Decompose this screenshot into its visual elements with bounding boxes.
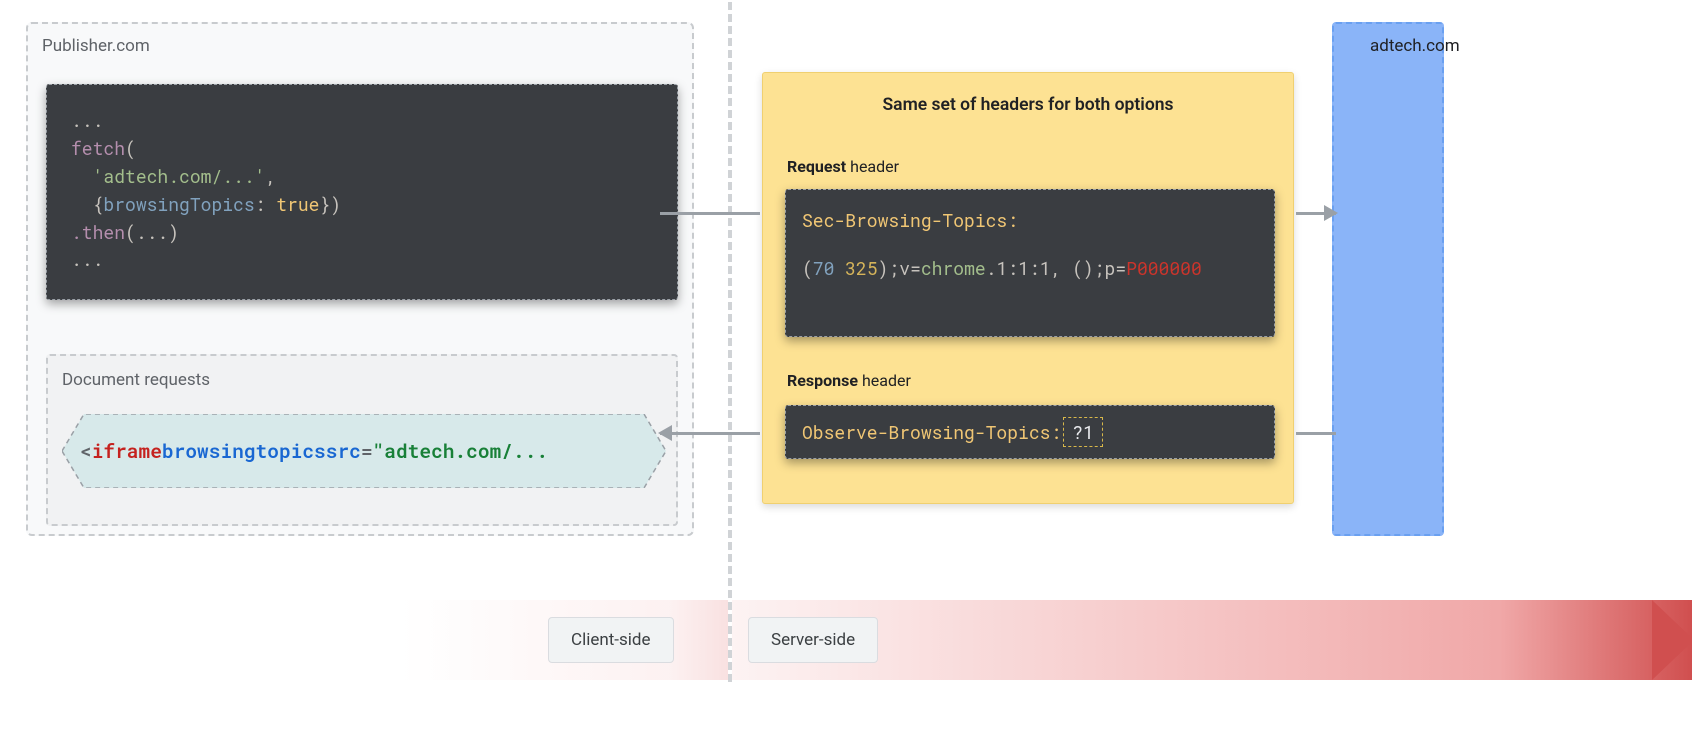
iframe-attr: browsingtopics	[162, 439, 326, 464]
req-space	[834, 256, 845, 280]
code-prop: browsingTopics	[103, 192, 254, 216]
publisher-panel: Publisher.com ... fetch( 'adtech.com/...…	[26, 22, 694, 536]
code-then-args: (...)	[125, 220, 179, 244]
code-rparen: )	[330, 192, 341, 216]
req-n2: 325	[845, 256, 877, 280]
adtech-label: adtech.com	[1370, 36, 1460, 56]
response-header-block: Observe-Browsing-Topics: ?1	[785, 405, 1275, 459]
code-colon: :	[255, 192, 277, 216]
request-label-bold: Request	[787, 157, 846, 176]
arrow-req-to-adtech	[1296, 212, 1336, 215]
iframe-lt: <	[80, 439, 92, 464]
arrow-head-icon	[1324, 205, 1338, 221]
response-label-bold: Response	[787, 371, 858, 390]
code-lparen: (	[125, 136, 136, 160]
gradient-arrow-head-icon	[1652, 600, 1692, 680]
diagram-stage: Publisher.com ... fetch( 'adtech.com/...…	[0, 0, 1692, 734]
req-pkey: p=	[1105, 256, 1127, 280]
code-rbrace: }	[319, 192, 330, 216]
code-fetch: fetch	[71, 136, 125, 160]
resp-header-name: Observe-Browsing-Topics:	[802, 420, 1061, 444]
document-requests-label: Document requests	[62, 370, 210, 390]
req-vkey: v=	[899, 256, 921, 280]
client-server-separator	[728, 2, 732, 682]
req-comma: ,	[1051, 256, 1073, 280]
req-rp2: )	[1083, 256, 1094, 280]
code-url-arg: 'adtech.com/...'	[93, 164, 266, 188]
headers-title: Same set of headers for both options	[763, 95, 1293, 115]
code-ellipsis-2: ...	[71, 247, 103, 271]
iframe-src-key: src	[326, 439, 361, 464]
code-lbrace: {	[93, 192, 104, 216]
iframe-src-val: adtech.com/...	[384, 439, 548, 464]
server-side-label: Server-side	[748, 617, 878, 663]
iframe-tag-shape: <iframe browsingtopics src="adtech.com/.…	[62, 414, 666, 488]
code-true: true	[276, 192, 319, 216]
resp-value-box: ?1	[1063, 417, 1103, 447]
req-semi: ;	[888, 256, 899, 280]
headers-panel: Same set of headers for both options Req…	[762, 72, 1294, 504]
arrow-fetch-to-headers	[660, 212, 760, 215]
publisher-label: Publisher.com	[42, 36, 150, 56]
iframe-code-text: <iframe browsingtopics src="adtech.com/.…	[80, 414, 648, 488]
req-ver: .1:1:1	[986, 256, 1051, 280]
arrow-head-icon	[658, 425, 672, 441]
request-label-rest: header	[846, 157, 899, 176]
code-comma: ,	[265, 164, 276, 188]
adtech-panel	[1332, 22, 1444, 536]
req-pval: P000000	[1126, 256, 1202, 280]
req-lp: (	[802, 256, 813, 280]
iframe-eq: =	[361, 439, 373, 464]
req-n1: 70	[813, 256, 835, 280]
req-rp: )	[878, 256, 889, 280]
code-then: .then	[71, 220, 125, 244]
iframe-tag: iframe	[92, 439, 162, 464]
response-label-rest: header	[858, 371, 911, 390]
iframe-q1: "	[373, 439, 385, 464]
arrow-adtech-to-resp	[1296, 432, 1336, 435]
req-semi2: ;	[1094, 256, 1105, 280]
code-ellipsis: ...	[71, 108, 103, 132]
arrow-resp-to-docreq	[660, 432, 760, 435]
client-side-label: Client-side	[548, 617, 674, 663]
req-header-name: Sec-Browsing-Topics:	[802, 208, 1018, 232]
request-header-label: Request header	[787, 157, 899, 176]
response-header-label: Response header	[787, 371, 911, 390]
document-requests-panel: Document requests <iframe browsingtopics…	[46, 354, 678, 526]
request-header-block: Sec-Browsing-Topics: (70 325);v=chrome.1…	[785, 189, 1275, 337]
req-lp2: (	[1072, 256, 1083, 280]
req-chrome: chrome	[921, 256, 986, 280]
fetch-code-block: ... fetch( 'adtech.com/...', {browsingTo…	[46, 84, 678, 300]
